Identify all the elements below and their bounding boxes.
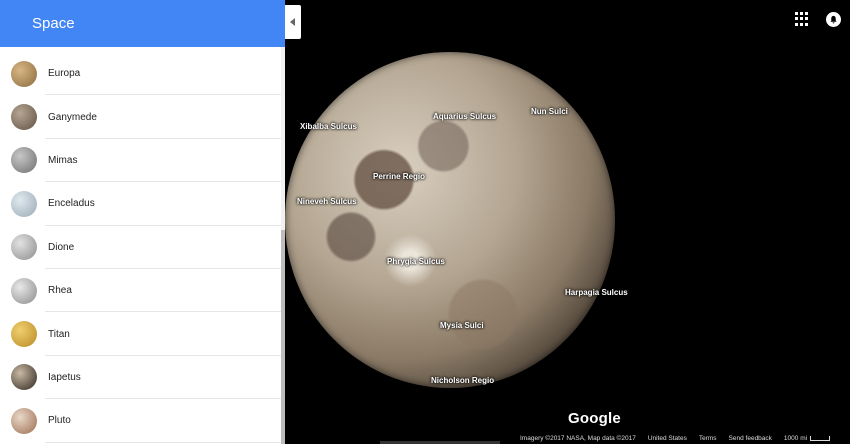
planet-item-mimas[interactable]: Mimas — [0, 139, 281, 183]
planet-item-pluto[interactable]: Pluto — [0, 399, 281, 443]
planet-thumbnail — [11, 407, 37, 434]
map-label-mysia-sulci[interactable]: Mysia Sulci — [440, 321, 484, 330]
sidebar-scrollbar[interactable] — [281, 230, 285, 444]
planet-thumbnail — [11, 60, 37, 87]
planet-thumbnail — [11, 277, 37, 304]
planet-thumbnail — [11, 147, 37, 174]
planet-label: Enceladus — [48, 198, 95, 210]
apps-grid-icon[interactable] — [795, 12, 809, 26]
map-label-phrygia-sulcus[interactable]: Phrygia Sulcus — [387, 257, 445, 266]
sidebar-panel: Space Europa Ganymede Mimas Enceladus Di… — [0, 0, 285, 444]
planet-label: Ganymede — [48, 111, 97, 123]
planet-thumbnail — [11, 104, 37, 131]
space-maps-app: Space Europa Ganymede Mimas Enceladus Di… — [0, 0, 850, 444]
ganymede-globe[interactable] — [285, 52, 615, 388]
planet-item-titan[interactable]: Titan — [0, 312, 281, 357]
planet-thumbnail — [11, 321, 37, 348]
scale-bar — [810, 436, 831, 441]
map-label-nun-sulci[interactable]: Nun Sulci — [531, 107, 568, 116]
planet-label: Europa — [48, 68, 81, 80]
planet-thumbnail — [11, 364, 37, 391]
chevron-left-icon — [290, 18, 295, 26]
scale-label: 1000 mi — [783, 435, 808, 442]
terms-link[interactable]: Terms — [699, 435, 717, 442]
notification-bell-icon — [830, 15, 837, 24]
planet-item-iapetus[interactable]: Iapetus — [0, 356, 281, 400]
planet-list: Europa Ganymede Mimas Enceladus Dione Rh… — [0, 52, 281, 443]
planet-label: Rhea — [48, 285, 72, 297]
planet-item-dione[interactable]: Dione — [0, 226, 281, 270]
map-label-perrine-regio[interactable]: Perrine Regio — [373, 172, 425, 181]
planet-thumbnail — [11, 190, 37, 217]
planet-label: Iapetus — [48, 371, 81, 383]
planet-label: Dione — [48, 241, 75, 253]
scale-control[interactable]: 1000 mi — [783, 435, 831, 442]
planet-label: Mimas — [48, 154, 78, 166]
google-logo: Google — [568, 410, 621, 427]
planet-thumbnail — [11, 234, 37, 261]
send-feedback-link[interactable]: Send feedback — [729, 435, 772, 442]
planet-item-ganymede[interactable]: Ganymede — [0, 95, 281, 140]
map-label-xibalba-sulcus[interactable]: Xibalba Sulcus — [300, 122, 357, 131]
map-label-aquarius-sulcus[interactable]: Aquarius Sulcus — [433, 112, 496, 121]
planet-item-rhea[interactable]: Rhea — [0, 269, 281, 313]
collapse-sidebar-button[interactable] — [285, 5, 301, 39]
planet-item-enceladus[interactable]: Enceladus — [0, 182, 281, 226]
map-label-nineveh-sulcus[interactable]: Nineveh Sulcus — [297, 197, 357, 206]
planet-label: Pluto — [48, 415, 71, 427]
map-label-harpagia-sulcus[interactable]: Harpagia Sulcus — [565, 288, 628, 297]
imagery-attribution: Imagery ©2017 NASA, Map data ©2017 — [520, 435, 636, 442]
account-icon[interactable] — [826, 12, 841, 27]
planet-item-europa[interactable]: Europa — [0, 52, 281, 96]
planet-label: Titan — [48, 328, 70, 340]
map-footer: Imagery ©2017 NASA, Map data ©2017 Unite… — [520, 433, 831, 444]
region-link[interactable]: United States — [648, 435, 687, 442]
map-label-nicholson-regio[interactable]: Nicholson Regio — [431, 376, 494, 385]
sidebar-header: Space — [0, 0, 285, 47]
sidebar-title: Space — [32, 15, 75, 32]
